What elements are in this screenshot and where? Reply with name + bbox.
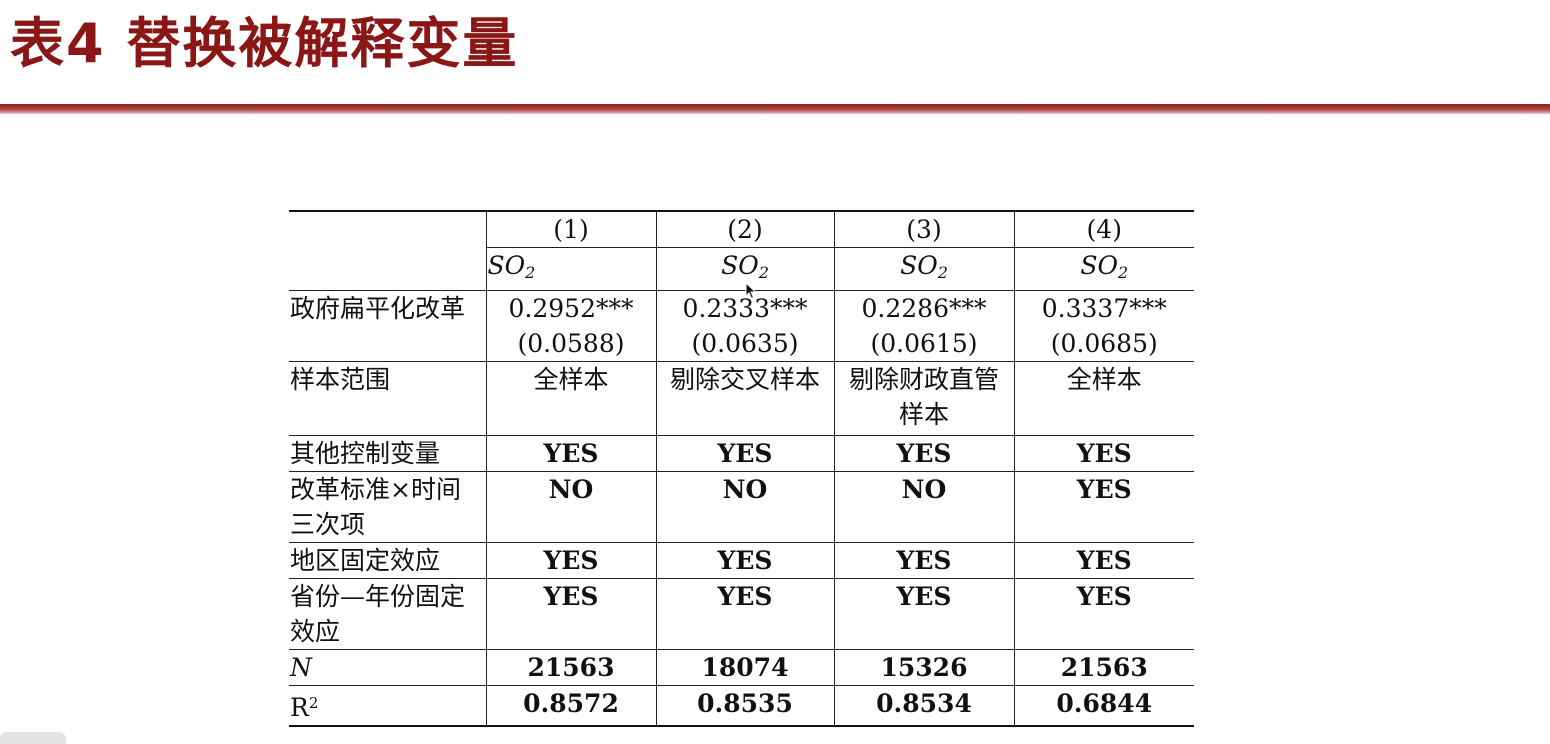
coef-value: 0.2286*** (861, 294, 987, 323)
r2-label-base: R (290, 693, 309, 722)
dep-var-base: SO (487, 251, 526, 280)
coef-value: 0.3337*** (1041, 294, 1167, 323)
control-cell: YES (1013, 542, 1194, 579)
sample-cell-1: 全样本 (485, 361, 657, 436)
r2-cell: 0.8535 (655, 685, 835, 727)
sample-row: 样本范围 全样本 剔除交叉样本 剔除财政直管样本 全样本 (289, 361, 1194, 436)
dep-var-3: SO2 (833, 247, 1015, 291)
n-row-label: N (289, 649, 487, 686)
coef-row: 政府扁平化改革 0.2952*** (0.0588) 0.2333*** (0.06… (289, 290, 1194, 362)
col-header-1: (1) (485, 210, 657, 248)
control-row-label: 省份—年份固定效应 (289, 578, 487, 650)
control-cell: YES (485, 435, 657, 472)
std-error: (0.0635) (691, 329, 799, 358)
control-cell: YES (655, 578, 835, 650)
r2-label-sup: 2 (308, 694, 319, 712)
control-row-label: 地区固定效应 (289, 542, 487, 579)
col-header-2: (2) (655, 210, 835, 248)
std-error: (0.0685) (1050, 329, 1158, 358)
control-cell: YES (833, 435, 1015, 472)
dep-var-sub: 2 (1117, 263, 1129, 282)
control-row-province-year-fe: 省份—年份固定效应 YES YES YES YES (289, 578, 1194, 650)
control-cell: YES (485, 542, 657, 579)
n-cell: 21563 (1013, 649, 1194, 686)
sample-cell-4: 全样本 (1013, 361, 1194, 436)
control-cell: YES (1013, 471, 1194, 543)
n-cell: 15326 (833, 649, 1015, 686)
control-cell: YES (833, 578, 1015, 650)
coef-cell-1: 0.2952*** (0.0588) (485, 290, 657, 362)
control-cell: YES (655, 542, 835, 579)
control-row-cubic-trend: 改革标准×时间三次项 NO NO NO YES (289, 471, 1194, 543)
control-cell: NO (833, 471, 1015, 543)
dep-var-sub: 2 (525, 263, 536, 282)
r2-cell: 0.8534 (833, 685, 1015, 727)
dep-var-base: SO (1080, 251, 1118, 280)
dep-var-4: SO2 (1013, 247, 1194, 291)
dep-var-1: SO2 (486, 247, 657, 291)
r2-cell: 0.8572 (485, 685, 657, 727)
control-cell: YES (1013, 578, 1194, 650)
slide-title: 表4 替换被解释变量 (10, 12, 519, 75)
header-empty-cell (289, 210, 487, 291)
control-cell: YES (485, 578, 657, 650)
control-row-other-controls: 其他控制变量 YES YES YES YES (289, 435, 1194, 472)
dep-var-base: SO (721, 251, 759, 280)
n-cell: 21563 (485, 649, 657, 686)
corner-tab (0, 732, 66, 744)
control-cell: YES (655, 435, 835, 472)
dep-var-sub: 2 (758, 263, 769, 282)
r2-row-label: R2 (289, 685, 487, 727)
header-row-col-numbers: (1) (2) (3) (4) (289, 210, 1194, 291)
sample-row-label: 样本范围 (289, 361, 487, 436)
std-error: (0.0588) (517, 329, 625, 358)
control-cell: NO (655, 471, 835, 543)
col-header-4: (4) (1013, 210, 1194, 248)
coef-cell-2: 0.2333*** (0.0635) (655, 290, 835, 362)
n-row: N 21563 18074 15326 21563 (289, 649, 1194, 686)
control-row-label: 改革标准×时间三次项 (289, 471, 487, 543)
dep-var-base: SO (900, 251, 938, 280)
std-error: (0.0615) (870, 329, 978, 358)
title-divider (0, 104, 1550, 114)
r2-row: R2 0.8572 0.8535 0.8534 0.6844 (289, 685, 1194, 727)
coef-row-label: 政府扁平化改革 (289, 290, 487, 362)
control-cell: YES (1013, 435, 1194, 472)
control-cell: YES (833, 542, 1015, 579)
col-header-3: (3) (833, 210, 1015, 248)
coef-cell-4: 0.3337*** (0.0685) (1013, 290, 1194, 362)
control-cell: NO (485, 471, 657, 543)
sample-cell-2: 剔除交叉样本 (655, 361, 835, 436)
r2-cell: 0.6844 (1013, 685, 1194, 727)
coef-value: 0.2952*** (508, 294, 634, 323)
mouse-cursor-icon (745, 282, 757, 300)
dep-var-sub: 2 (937, 263, 948, 282)
regression-table: (1) (2) (3) (4) SO2 SO2 SO2 SO2 政府扁平化改革 … (289, 210, 1194, 727)
control-row-label: 其他控制变量 (289, 435, 487, 472)
n-cell: 18074 (655, 649, 835, 686)
control-row-region-fe: 地区固定效应 YES YES YES YES (289, 542, 1194, 579)
coef-cell-3: 0.2286*** (0.0615) (833, 290, 1015, 362)
sample-cell-3: 剔除财政直管样本 (833, 361, 1015, 436)
